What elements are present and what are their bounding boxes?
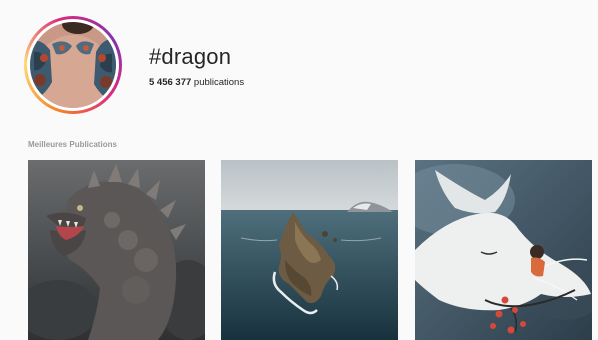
publication-count-number: 5 456 377 xyxy=(149,77,192,88)
hashtag-title: #dragon xyxy=(149,44,232,69)
dragon-statue-image xyxy=(28,160,205,340)
publication-count-suffix: publications xyxy=(191,77,245,88)
post-tile-3[interactable] xyxy=(415,160,592,340)
tattoo-chest-image xyxy=(30,22,116,108)
publication-count: 5 456 377 publications xyxy=(149,77,244,88)
white-dragon-illustration-image xyxy=(415,160,592,340)
post-tile-2[interactable] xyxy=(221,160,398,340)
island-aerial-image xyxy=(221,160,398,340)
post-tile-1[interactable] xyxy=(28,160,205,340)
hashtag-avatar[interactable] xyxy=(24,16,122,114)
hashtag-page: #dragon 5 456 377 publications Meilleure… xyxy=(0,0,598,340)
top-posts-label: Meilleures Publications xyxy=(28,140,117,149)
